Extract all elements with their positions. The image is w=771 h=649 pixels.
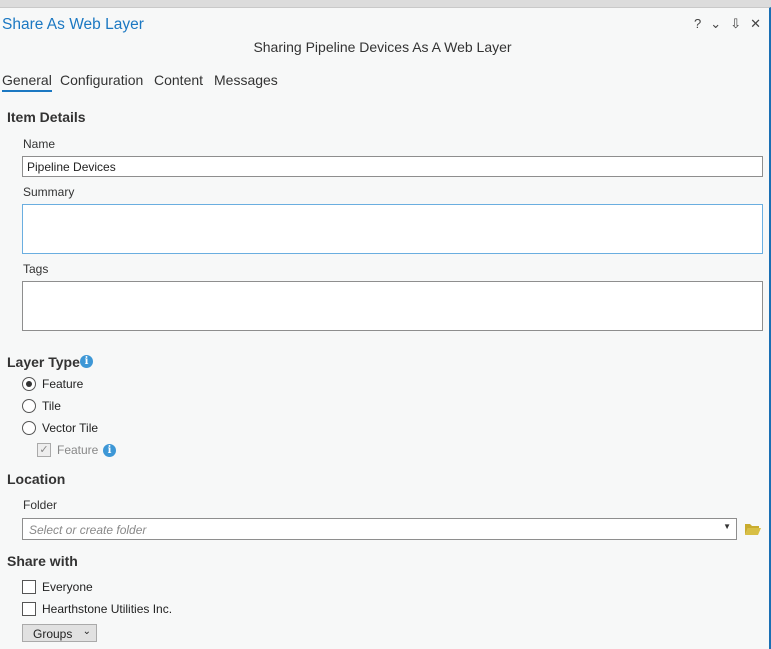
feature-checkbox-disabled: ✓ <box>37 443 51 457</box>
layer-type-heading: Layer Type <box>7 354 80 370</box>
folder-open-icon[interactable] <box>744 522 762 536</box>
share-with-heading: Share with <box>7 553 78 569</box>
pane-controls: ? ⌄ ⇩ ✕ <box>694 16 761 32</box>
everyone-checkbox[interactable] <box>22 580 36 594</box>
options-menu-button[interactable]: ⌄ <box>710 16 721 32</box>
tab-content[interactable]: Content <box>154 72 203 88</box>
pin-button[interactable]: ⇩ <box>730 16 741 32</box>
groups-dropdown[interactable]: Groups ⌄ <box>22 624 97 642</box>
chevron-down-icon: ⌄ <box>82 626 91 637</box>
radio-vector-tile[interactable] <box>22 421 36 435</box>
info-icon[interactable]: i <box>80 355 93 368</box>
option-feature-label: Feature <box>42 377 84 391</box>
tab-configuration[interactable]: Configuration <box>60 72 143 88</box>
option-tile-label: Tile <box>42 399 61 413</box>
radio-tile[interactable] <box>22 399 36 413</box>
share-as-web-layer-pane: Share As Web Layer ? ⌄ ⇩ ✕ Sharing Pipel… <box>0 7 771 649</box>
summary-label: Summary <box>23 185 75 199</box>
tags-input[interactable] <box>22 281 763 331</box>
organization-label: Hearthstone Utilities Inc. <box>42 602 173 616</box>
everyone-label: Everyone <box>42 580 93 594</box>
item-details-heading: Item Details <box>7 109 86 125</box>
name-label: Name <box>23 137 56 151</box>
tab-general[interactable]: General <box>2 72 52 92</box>
info-icon[interactable]: i <box>103 444 116 457</box>
organization-checkbox[interactable] <box>22 602 36 616</box>
subtitle: Sharing Pipeline Devices As A Web Layer <box>253 39 512 55</box>
folder-placeholder: Select or create folder <box>29 523 147 537</box>
groups-label: Groups <box>33 627 73 641</box>
dropdown-arrow-icon: ▼ <box>723 522 731 531</box>
option-vector-tile-label: Vector Tile <box>42 421 99 435</box>
help-button[interactable]: ? <box>694 16 701 32</box>
radio-feature[interactable] <box>22 377 36 391</box>
summary-input[interactable] <box>22 204 763 254</box>
folder-label: Folder <box>23 498 58 512</box>
pane-title: Share As Web Layer <box>2 16 144 33</box>
close-button[interactable]: ✕ <box>750 16 761 32</box>
folder-dropdown[interactable]: Select or create folder ▼ <box>22 518 737 540</box>
name-value: Pipeline Devices <box>27 160 116 174</box>
tags-label: Tags <box>23 262 49 276</box>
tab-messages[interactable]: Messages <box>214 72 278 88</box>
sub-feature-label: Feature <box>57 443 99 457</box>
name-input[interactable]: Pipeline Devices <box>22 156 763 177</box>
location-heading: Location <box>7 471 66 487</box>
